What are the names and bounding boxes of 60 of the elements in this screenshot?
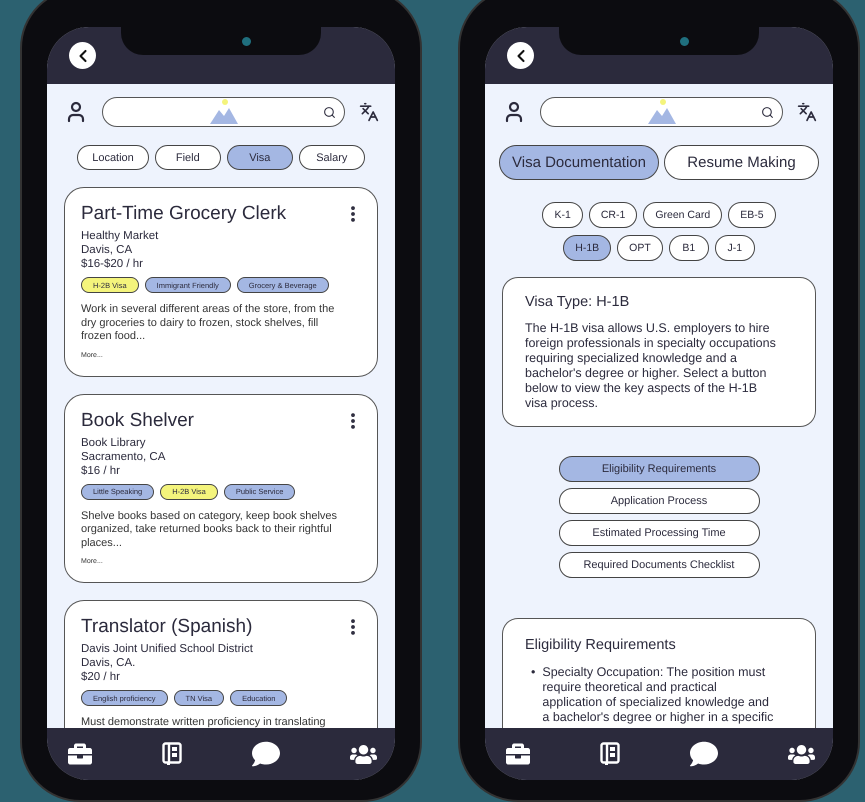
back-button[interactable]	[69, 42, 96, 69]
visa-type-chip[interactable]: OPT	[617, 235, 663, 261]
chat-bubble-icon[interactable]	[690, 740, 718, 768]
visa-type-chip[interactable]: J-1	[714, 235, 755, 261]
notebook-icon	[600, 742, 620, 766]
job-description: Must demonstrate written proficiency in translating	[81, 716, 327, 728]
job-description: Shelve books based on category, keep book shelves organized, take returned books back to their rightful places...	[81, 510, 338, 550]
topic-button[interactable]: Eligibility Requirements	[558, 456, 760, 482]
job-title: Translator (Spanish)	[81, 616, 252, 638]
topic-button[interactable]: Application Process	[558, 488, 760, 514]
employer-name: Book Library	[81, 436, 147, 450]
job-card[interactable]	[64, 394, 378, 583]
pay-rate: $20 / hr	[81, 670, 121, 684]
visa-type-chip[interactable]: Green Card	[643, 202, 722, 228]
search-icon[interactable]	[761, 106, 774, 118]
search-field[interactable]	[540, 97, 783, 127]
filter-chip[interactable]: Field	[154, 145, 221, 170]
visa-type-chip[interactable]: EB-5	[728, 202, 776, 228]
detail-title: Eligibility Requirements	[525, 637, 677, 653]
section-tab[interactable]: Visa Documentation	[499, 145, 659, 180]
job-location: Davis, CA.	[81, 656, 136, 670]
bullet-marker: •	[531, 665, 536, 681]
search-icon[interactable]	[323, 106, 336, 118]
image-placeholder-icon	[210, 98, 238, 124]
filter-chip[interactable]: Visa	[226, 145, 293, 170]
notebook-button[interactable]	[600, 742, 620, 766]
chat-bubble-icon[interactable]	[252, 740, 280, 768]
job-location: Davis, CA	[81, 243, 134, 257]
notebook-icon	[162, 742, 182, 766]
pay-rate: $16-$20 / hr	[81, 257, 144, 271]
filter-chip[interactable]: Location	[77, 145, 149, 170]
image-placeholder-icon	[648, 98, 676, 124]
bullet-item: Specialty Occupation: The position must require theoretical and practical application of specialized knowledge and a bachelor's degree or higher in a specific	[542, 665, 774, 725]
visa-type-chip[interactable]: B1	[668, 235, 709, 261]
info-title: Visa Type: H-1B	[525, 294, 630, 310]
topic-button[interactable]: Estimated Processing Time	[558, 520, 760, 546]
briefcase-icon[interactable]	[68, 742, 92, 766]
job-description: Work in several different areas of the store, from the dry groceries to dairy to frozen, stock shelves, fill frozen food...	[81, 303, 336, 344]
back-button[interactable]	[507, 42, 534, 69]
translate-icon[interactable]	[359, 102, 379, 122]
notebook-button[interactable]	[162, 742, 182, 766]
employer-name: Davis Joint Unified School District	[81, 642, 254, 656]
pay-rate: $16 / hr	[81, 464, 121, 478]
briefcase-icon[interactable]	[506, 742, 530, 766]
job-title: Book Shelver	[81, 410, 194, 432]
job-location: Sacramento, CA	[81, 450, 166, 464]
job-card[interactable]	[64, 187, 378, 376]
translate-icon[interactable]	[797, 102, 817, 122]
visa-type-chip[interactable]: K-1	[542, 202, 583, 228]
camera-dot	[680, 36, 688, 46]
info-text: The H-1B visa allows U.S. employers to hire foreign professionals in specialty occupations requiring specialized knowledge and a bachelor's degree or higher. Select a button below to view the key aspects of the H-1B visa process.	[525, 321, 777, 411]
job-title: Part-Time Grocery Clerk	[81, 203, 286, 225]
topic-button[interactable]: Required Documents Checklist	[558, 552, 760, 578]
search-field[interactable]	[102, 97, 345, 127]
camera-dot	[242, 36, 250, 46]
filter-chip[interactable]: Salary	[298, 145, 365, 170]
visa-type-chip[interactable]: CR-1	[588, 202, 638, 228]
visa-type-chip[interactable]: H-1B	[563, 235, 612, 261]
employer-name: Healthy Market	[81, 229, 160, 243]
section-tab[interactable]: Resume Making	[664, 145, 819, 180]
